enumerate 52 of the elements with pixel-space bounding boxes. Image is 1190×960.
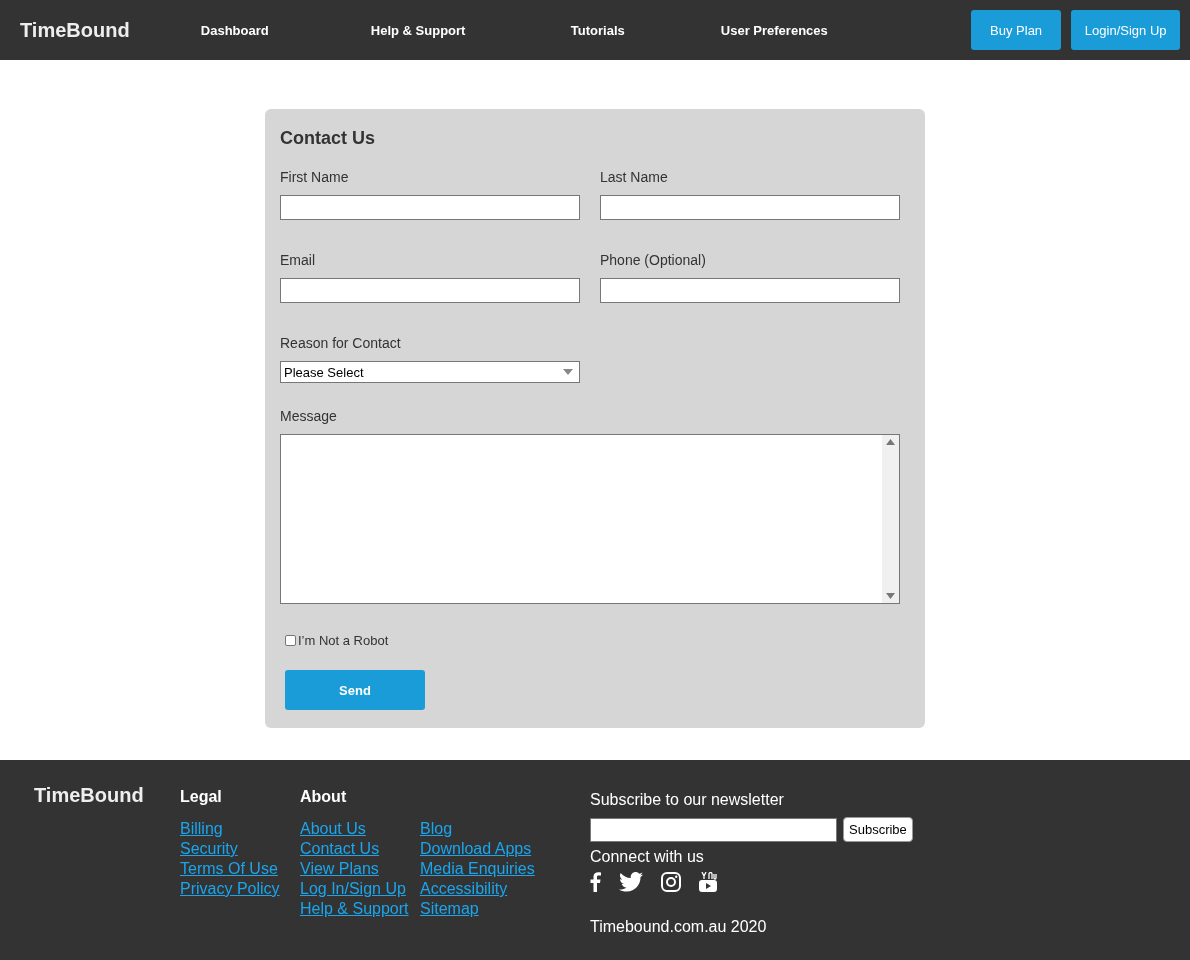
facebook-icon[interactable] [590,872,601,892]
footer-link[interactable]: About Us [300,819,420,839]
field-label: Phone (Optional) [600,252,707,268]
subscribe-button[interactable]: Subscribe [843,817,913,842]
twitter-icon[interactable] [619,872,643,892]
text-input[interactable] [600,278,900,303]
footer-link[interactable]: Privacy Policy [180,879,300,899]
instagram-icon[interactable] [661,872,681,892]
send-button[interactable]: Send [285,670,425,710]
field-label: Last Name [600,169,669,185]
field-label: Message [280,408,338,424]
footer-heading: About [300,788,348,807]
up-arrow-icon [886,439,895,445]
caret-icon [563,369,573,375]
form-title: Contact Us [280,128,376,149]
text-input[interactable] [280,278,580,303]
nav-link[interactable]: Dashboard [180,22,269,38]
field-label: Email [280,252,316,268]
footer-link[interactable]: Help & Support [300,899,420,919]
reason-dropdown[interactable]: Please Select [280,361,580,383]
nav-link[interactable]: Tutorials [550,22,625,38]
login-button[interactable]: Login/Sign Up [1071,10,1180,50]
footer-link[interactable]: Blog [420,819,540,839]
down-arrow-icon [886,593,895,599]
footer-link[interactable]: Download Apps [420,839,540,859]
connect-heading: Connect with us [590,848,705,866]
footer-link[interactable]: Log In/Sign Up [300,879,420,899]
footer-heading: Legal [180,788,223,807]
email-input[interactable] [590,817,837,842]
text-input[interactable] [280,195,580,220]
newsletter-title: Subscribe to our newsletter [590,791,785,809]
footer-link[interactable]: Media Enquiries [420,859,540,879]
checkbox-label: I’m Not a Robot [298,633,389,648]
footer-link[interactable]: Sitemap [420,899,540,919]
footer-logo: TimeBound [34,784,145,808]
footer-link[interactable]: Security [180,839,300,859]
copyright-text: Timebound.com.au 2020 [590,918,768,936]
scrollbar[interactable] [882,435,899,603]
footer-link[interactable]: View Plans [300,859,420,879]
footer-link[interactable]: Accessibility [420,879,540,899]
text-input[interactable] [600,195,900,220]
logo[interactable]: TimeBound [20,18,156,42]
checkbox[interactable] [285,635,296,646]
field-label: First Name [280,169,350,185]
nav-link[interactable]: User Preferences [700,22,828,38]
footer-link[interactable]: Billing [180,819,300,839]
buy-plan-button[interactable]: Buy Plan [970,10,1062,50]
footer-link[interactable]: Contact Us [300,839,420,859]
footer-link[interactable]: Terms Of Use [180,859,300,879]
video-play-icon[interactable] [699,872,717,892]
field-label: Reason for Contact [280,335,402,351]
nav-link[interactable]: Help & Support [350,22,466,38]
